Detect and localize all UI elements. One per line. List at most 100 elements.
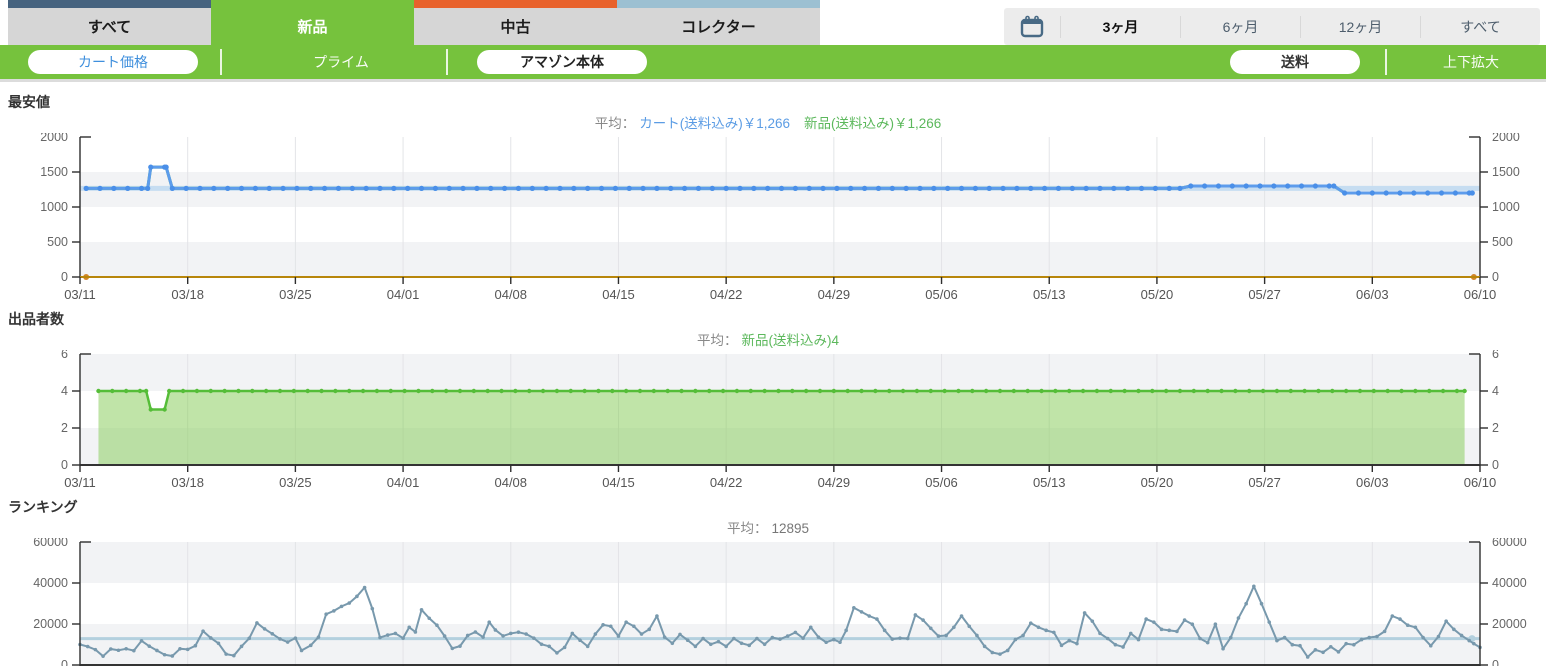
legend-ranking-average: 12895 — [771, 521, 810, 536]
svg-text:04/22: 04/22 — [710, 287, 743, 302]
svg-text:4: 4 — [61, 384, 68, 398]
tab-new[interactable]: 新品 — [211, 0, 414, 45]
svg-text:2: 2 — [1492, 421, 1499, 435]
range-option-12m[interactable]: 12ヶ月 — [1300, 15, 1420, 38]
tab-used-label: 中古 — [500, 19, 531, 36]
svg-text:06/10: 06/10 — [1464, 475, 1497, 490]
condition-tabs: すべて 新品 中古 コレクター — [0, 0, 820, 45]
tab-collector[interactable]: コレクター — [617, 0, 820, 45]
tab-new-label: 新品 — [297, 19, 328, 36]
svg-text:1500: 1500 — [1492, 165, 1520, 179]
svg-text:04/08: 04/08 — [494, 287, 527, 302]
svg-text:60000: 60000 — [1492, 538, 1527, 549]
cart-price-toggle[interactable]: カート価格 — [28, 50, 198, 74]
svg-text:04/22: 04/22 — [710, 475, 743, 490]
svg-text:20000: 20000 — [1492, 617, 1527, 631]
legend-prefix: 平均： — [594, 116, 636, 131]
svg-text:1500: 1500 — [40, 165, 68, 179]
lowest-price-chart[interactable]: 0 0 500 500 1000 1000 1500 1500 2000 2000 03/11 03/… — [0, 133, 1546, 305]
expand-vertical-toggle[interactable]: 上下拡大 — [1443, 52, 1499, 72]
seller-count-title: 出品者数 — [8, 311, 64, 327]
svg-text:500: 500 — [47, 235, 68, 249]
legend-prefix: 平均： — [726, 521, 768, 536]
charts-area: 最安値 平均： カート(送料込み)￥1,266 新品(送料込み)￥1,266 005… — [0, 82, 1546, 666]
svg-text:6: 6 — [1492, 350, 1499, 361]
tab-used[interactable]: 中古 — [414, 0, 617, 45]
toolbar-separator — [1385, 49, 1387, 75]
lowest-price-section: 最安値 平均： カート(送料込み)￥1,266 新品(送料込み)￥1,266 005… — [0, 88, 1546, 305]
svg-text:40000: 40000 — [33, 576, 68, 590]
svg-text:6: 6 — [61, 350, 68, 361]
svg-text:05/13: 05/13 — [1033, 287, 1066, 302]
svg-text:0: 0 — [61, 458, 68, 472]
legend-new-average: 新品(送料込み)￥1,266 — [804, 116, 942, 131]
svg-text:40000: 40000 — [1492, 576, 1527, 590]
range-option-all[interactable]: すべて — [1420, 15, 1540, 38]
series-toolbar-right: 送料 上下拡大 — [1230, 45, 1546, 79]
ranking-legend: 平均： 12895 — [0, 519, 1546, 538]
top-bar: すべて 新品 中古 コレクター 3ヶ月 6ヶ月 12ヶ月 すべて — [0, 0, 1546, 45]
svg-text:2000: 2000 — [40, 133, 68, 144]
svg-text:05/20: 05/20 — [1141, 475, 1174, 490]
ranking-section: ランキング 平均： 12895 0 0 20000 20000 40000 40000 600… — [0, 493, 1546, 666]
amazon-toggle[interactable]: アマゾン本体 — [477, 50, 647, 74]
toolbar-separator — [220, 49, 222, 75]
series-toolbar-left: カート価格 プライム アマゾン本体 — [0, 45, 668, 79]
svg-text:04/08: 04/08 — [494, 475, 527, 490]
legend-cart-average: カート(送料込み)￥1,266 — [639, 116, 790, 131]
svg-text:0: 0 — [1492, 658, 1499, 666]
svg-text:0: 0 — [1492, 458, 1499, 472]
svg-text:06/03: 06/03 — [1356, 475, 1389, 490]
svg-text:03/18: 03/18 — [171, 475, 204, 490]
svg-text:05/27: 05/27 — [1248, 287, 1281, 302]
date-range-picker[interactable]: 3ヶ月 6ヶ月 12ヶ月 すべて — [1004, 8, 1540, 45]
lowest-price-legend: 平均： カート(送料込み)￥1,266 新品(送料込み)￥1,266 — [0, 114, 1546, 133]
seller-count-chart[interactable]: 0 0 2 2 4 4 6 6 03/11 03/18 03/25 04/01 04/08 04/15 04… — [0, 350, 1546, 493]
svg-text:1000: 1000 — [40, 200, 68, 214]
svg-text:2: 2 — [61, 421, 68, 435]
range-option-6m[interactable]: 6ヶ月 — [1180, 15, 1300, 38]
svg-text:04/01: 04/01 — [387, 475, 420, 490]
svg-text:0: 0 — [61, 270, 68, 284]
svg-text:03/25: 03/25 — [279, 287, 312, 302]
svg-text:4: 4 — [1492, 384, 1499, 398]
svg-text:03/11: 03/11 — [64, 475, 96, 490]
svg-text:2000: 2000 — [1492, 133, 1520, 144]
svg-text:500: 500 — [1492, 235, 1513, 249]
ranking-title: ランキング — [8, 499, 78, 515]
svg-text:60000: 60000 — [33, 538, 68, 549]
svg-text:06/10: 06/10 — [1464, 287, 1497, 302]
svg-text:1000: 1000 — [1492, 200, 1520, 214]
svg-text:05/13: 05/13 — [1033, 475, 1066, 490]
svg-text:06/03: 06/03 — [1356, 287, 1389, 302]
toolbar-separator — [446, 49, 448, 75]
svg-text:04/29: 04/29 — [818, 287, 851, 302]
svg-text:05/20: 05/20 — [1141, 287, 1174, 302]
ranking-chart[interactable]: 0020000200004000040000600006000003/1103/… — [0, 538, 1546, 666]
seller-count-legend: 平均： 新品(送料込み)4 — [0, 331, 1546, 350]
lowest-price-title: 最安値 — [8, 94, 50, 110]
tab-all[interactable]: すべて — [8, 0, 211, 45]
svg-text:03/25: 03/25 — [279, 475, 312, 490]
tab-collector-label: コレクター — [681, 19, 756, 36]
seller-count-section: 出品者数 平均： 新品(送料込み)4 0 0 2 2 4 4 6 6 03/11 03/18 03/2… — [0, 305, 1546, 493]
svg-text:05/06: 05/06 — [925, 475, 958, 490]
calendar-icon — [1004, 15, 1060, 39]
svg-text:04/15: 04/15 — [602, 475, 635, 490]
tab-all-label: すべて — [87, 19, 132, 36]
prime-toggle[interactable]: プライム — [313, 52, 369, 72]
svg-text:03/18: 03/18 — [171, 287, 204, 302]
svg-text:04/29: 04/29 — [818, 475, 851, 490]
svg-text:0: 0 — [61, 658, 68, 666]
legend-seller-average: 新品(送料込み)4 — [741, 333, 840, 348]
legend-prefix: 平均： — [697, 333, 738, 348]
shipping-toggle[interactable]: 送料 — [1230, 50, 1360, 74]
svg-text:04/01: 04/01 — [387, 287, 420, 302]
svg-text:04/15: 04/15 — [602, 287, 635, 302]
range-option-3m[interactable]: 3ヶ月 — [1060, 15, 1180, 38]
svg-text:05/27: 05/27 — [1248, 475, 1281, 490]
svg-text:03/11: 03/11 — [64, 287, 96, 302]
svg-text:0: 0 — [1492, 270, 1499, 284]
series-toolbar: カート価格 プライム アマゾン本体 送料 上下拡大 — [0, 45, 1546, 82]
svg-text:05/06: 05/06 — [925, 287, 958, 302]
